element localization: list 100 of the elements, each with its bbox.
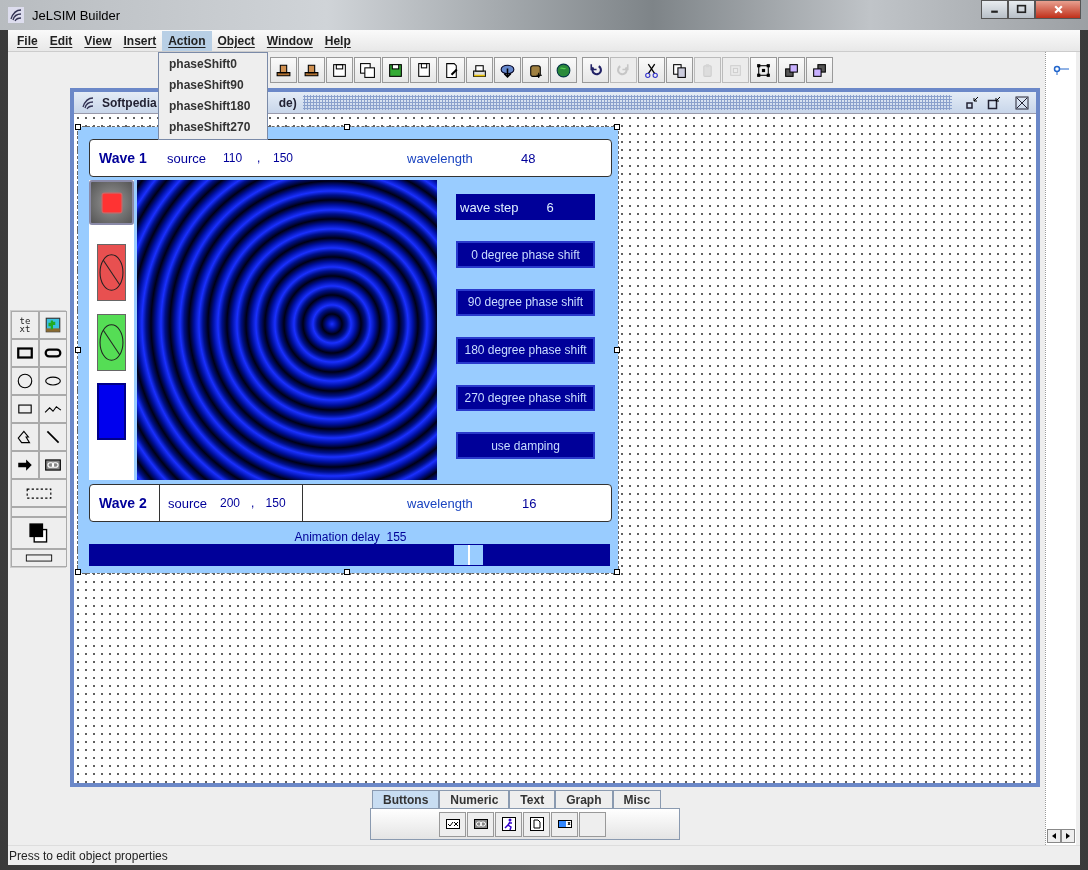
toolbar-button[interactable] (806, 57, 833, 83)
separator: , (250, 496, 256, 510)
tool-button[interactable] (39, 451, 67, 479)
resize-handle[interactable] (614, 569, 620, 575)
toggle-lamp[interactable] (97, 314, 126, 371)
menu-item[interactable]: File (11, 30, 44, 51)
toolbar-button[interactable] (326, 57, 353, 83)
tool-button[interactable] (11, 423, 39, 451)
menu-item[interactable]: Insert (117, 30, 163, 51)
palette-tab[interactable]: Numeric (439, 790, 510, 808)
menu-option[interactable]: phaseShift180 (159, 96, 267, 117)
source-x-value[interactable]: 110 (223, 151, 257, 165)
palette-tab[interactable]: Graph (555, 790, 613, 808)
source-x-value[interactable]: 200 (219, 496, 251, 510)
tool-button[interactable]: te xt (11, 311, 39, 339)
toolbar-button[interactable] (354, 57, 381, 83)
toolbar-button[interactable] (522, 57, 549, 83)
phase-button[interactable]: 270 degree phase shift (456, 384, 595, 412)
toolbar-button[interactable] (438, 57, 465, 83)
source-y-value[interactable]: 150 (273, 151, 313, 165)
phase-button[interactable]: 0 degree phase shift (456, 241, 595, 269)
menu-option[interactable]: phaseShift270 (159, 117, 267, 138)
menu-option[interactable]: phaseShift90 (159, 75, 267, 96)
toggle-lamp[interactable] (97, 244, 126, 301)
toolbar-button[interactable] (778, 57, 805, 83)
resize-handle[interactable] (344, 569, 350, 575)
tool-button[interactable] (39, 367, 67, 395)
source-label: source (167, 150, 208, 166)
resize-handle[interactable] (75, 347, 81, 353)
component-button[interactable] (523, 811, 550, 837)
scroll-left-button[interactable] (1047, 829, 1061, 843)
menu-item[interactable]: View (78, 30, 118, 51)
running-figure-icon (500, 816, 517, 832)
resize-handle[interactable] (614, 347, 620, 353)
tool-button[interactable] (11, 339, 39, 367)
floppy-icon (331, 61, 348, 79)
tool-button[interactable] (39, 339, 67, 367)
menu-item[interactable]: Edit (43, 30, 79, 51)
toolbar-button[interactable] (466, 57, 493, 83)
toolbar-button[interactable] (270, 57, 297, 83)
toolbar-button[interactable] (382, 57, 409, 83)
wavelength-value[interactable]: 16 (522, 495, 537, 511)
copy-icon (671, 61, 688, 79)
menu-item[interactable]: Window (260, 30, 319, 51)
toolbar-button[interactable] (666, 57, 693, 83)
tool-button[interactable] (11, 517, 67, 549)
selection-handles-icon (755, 61, 772, 79)
indicator-block (97, 383, 126, 440)
wave-label: Wave 2 (99, 495, 148, 511)
resize-handle[interactable] (614, 124, 620, 130)
toolbar-button[interactable] (638, 57, 665, 83)
tool-button[interactable] (11, 367, 39, 395)
close-button[interactable] (1035, 0, 1081, 19)
resize-handle[interactable] (344, 124, 350, 130)
component-button[interactable] (551, 811, 578, 837)
phase-button[interactable]: 90 degree phase shift (456, 289, 595, 316)
chain-link-icon (44, 456, 62, 474)
menu-option[interactable]: phaseShift0 (159, 54, 267, 75)
slider-track[interactable] (89, 544, 610, 566)
wave-step-field[interactable]: wave step 6 (456, 194, 595, 221)
iconify-icon (965, 95, 979, 110)
toolbar-button[interactable] (494, 57, 521, 83)
palette-tab[interactable]: Buttons (372, 790, 440, 808)
component-button[interactable] (439, 811, 466, 837)
menu-item[interactable]: Help (318, 30, 357, 51)
close-button[interactable] (1012, 93, 1032, 112)
menu-item[interactable]: Action (162, 30, 212, 51)
menu-item[interactable]: Object (211, 30, 261, 51)
scissors-icon (643, 61, 660, 79)
resize-handle[interactable] (75, 124, 81, 130)
toolbar-button[interactable] (582, 57, 609, 83)
tool-button[interactable] (39, 311, 67, 339)
toolbar-button[interactable] (410, 57, 437, 83)
component-button[interactable] (495, 811, 522, 837)
wavelength-label: wavelength (407, 150, 474, 166)
phase-button[interactable]: 180 degree phase shift (456, 336, 595, 364)
minimize-button[interactable] (981, 0, 1008, 19)
document-title: Softpedia (102, 95, 157, 110)
component-button[interactable] (467, 811, 494, 837)
maximize-icon (1016, 4, 1027, 15)
tool-button[interactable] (39, 395, 67, 423)
tool-button[interactable] (11, 395, 39, 423)
palette-tab[interactable]: Text (509, 790, 556, 808)
toolbar-button[interactable] (750, 57, 777, 83)
globe-icon (555, 61, 572, 79)
wavelength-label: wavelength (407, 495, 474, 511)
toolbar-button[interactable] (550, 57, 577, 83)
maximize-button[interactable] (1008, 0, 1035, 19)
close-icon (1015, 95, 1029, 110)
source-y-value[interactable]: 150 (265, 496, 302, 510)
palette-tab[interactable]: Misc (612, 790, 662, 808)
slider-thumb[interactable] (454, 545, 484, 565)
phase-button[interactable]: use damping (456, 432, 595, 460)
right-arrow-icon (1064, 832, 1072, 840)
tool-button[interactable] (11, 451, 39, 479)
resize-handle[interactable] (75, 569, 81, 575)
toolbar-button[interactable] (298, 57, 325, 83)
tool-button[interactable] (39, 423, 67, 451)
wavelength-value[interactable]: 48 (521, 150, 536, 166)
scroll-right-button[interactable] (1061, 829, 1075, 843)
